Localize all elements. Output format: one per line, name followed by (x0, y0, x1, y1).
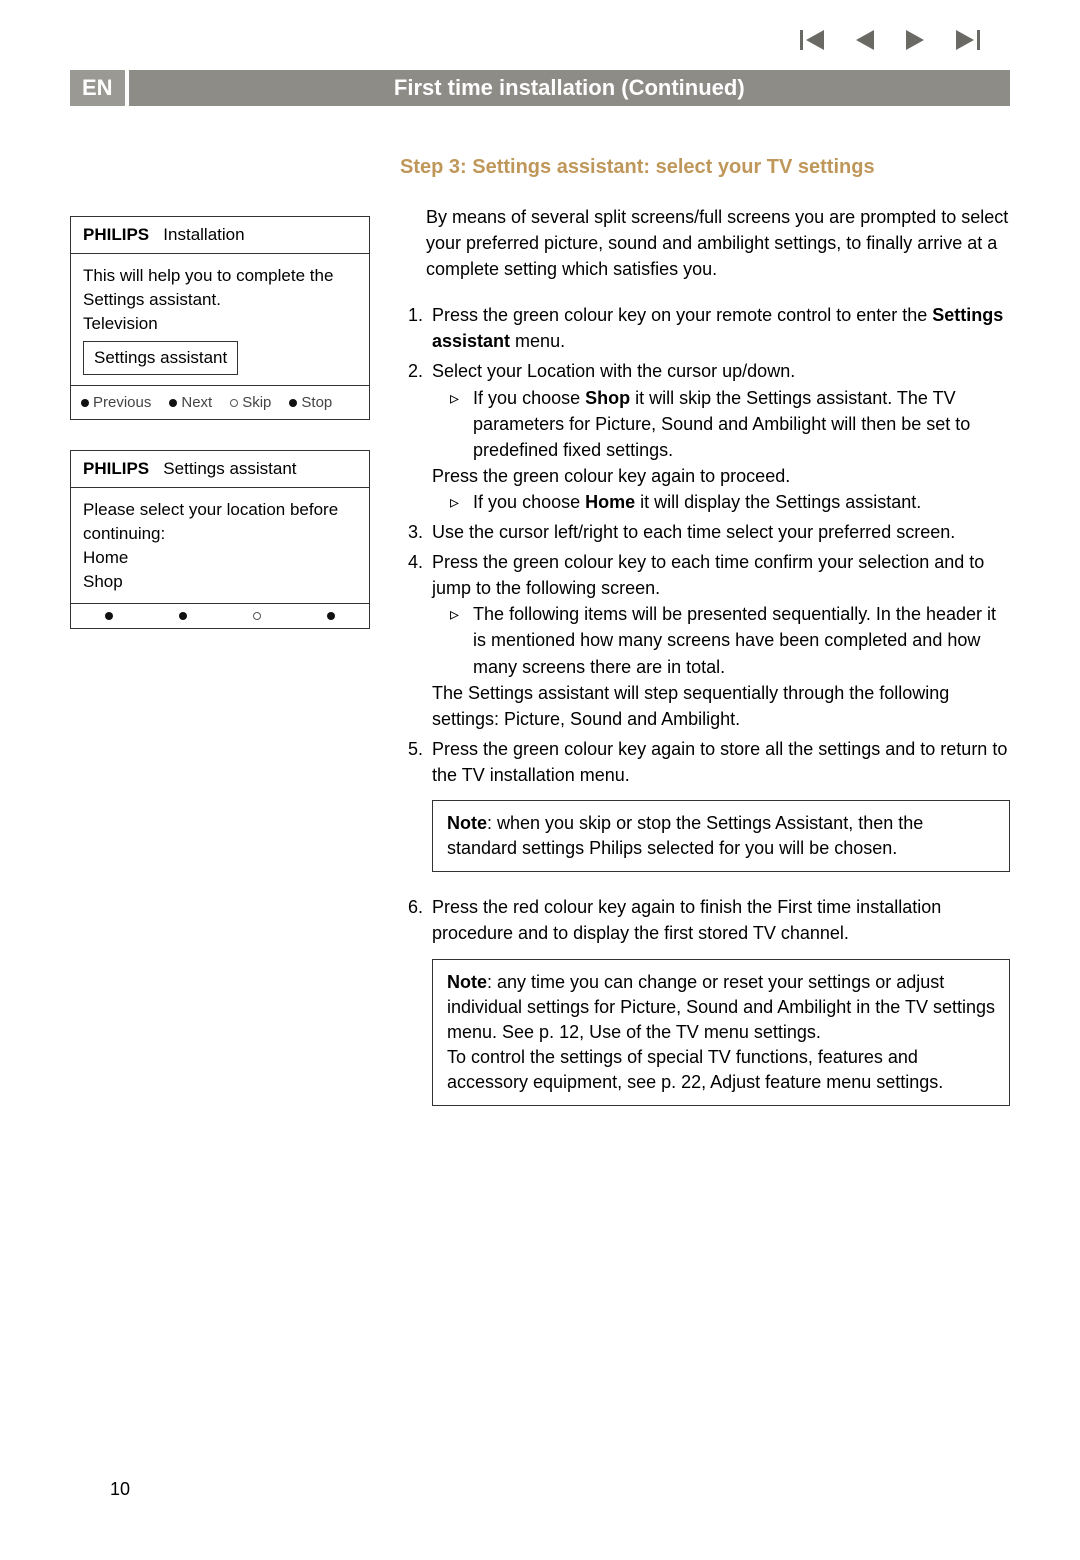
left-column: PHILIPS Installation This will help you … (70, 156, 370, 1128)
panel-header: PHILIPS Settings assistant (71, 451, 369, 488)
panel-title: Installation (163, 225, 244, 244)
list-item: Press the green colour key to each time … (428, 549, 1010, 732)
panel-text: This will help you to complete the Setti… (83, 264, 357, 312)
previous-button[interactable]: Previous (81, 394, 151, 411)
location-option-shop[interactable]: Shop (83, 570, 357, 594)
last-page-icon[interactable] (954, 30, 980, 50)
first-page-icon[interactable] (800, 30, 826, 50)
previous-page-icon[interactable] (854, 30, 876, 50)
arrow-icon: ▹ (450, 601, 459, 679)
right-column: Step 3: Settings assistant: select your … (400, 156, 1010, 1128)
brand-label: PHILIPS (83, 459, 149, 478)
dot-icon[interactable] (327, 612, 335, 620)
installation-panel: PHILIPS Installation This will help you … (70, 216, 370, 420)
dot-icon[interactable] (253, 612, 261, 620)
arrow-icon: ▹ (450, 385, 459, 463)
page-title: First time installation (Continued) (129, 70, 1010, 106)
location-option-home[interactable]: Home (83, 546, 357, 570)
panel-body: This will help you to complete the Setti… (71, 254, 369, 385)
brand-label: PHILIPS (83, 225, 149, 244)
content-area: PHILIPS Installation This will help you … (70, 156, 1010, 1128)
intro-paragraph: By means of several split screens/full s… (426, 204, 1010, 282)
sub-item: ▹ The following items will be presented … (450, 601, 1010, 679)
language-badge: EN (70, 70, 125, 106)
next-page-icon[interactable] (904, 30, 926, 50)
list-item: Press the red colour key again to finish… (428, 894, 1010, 1106)
pdf-nav-bar (70, 30, 1010, 50)
note-box: Note: when you skip or stop the Settings… (432, 800, 1010, 872)
panel-footer: Previous Next Skip Stop (71, 385, 369, 419)
next-button[interactable]: Next (169, 394, 212, 411)
sub-text: The Settings assistant will step sequent… (432, 680, 1010, 732)
panel-text: Television (83, 312, 357, 336)
panel-title: Settings assistant (163, 459, 296, 478)
title-bar: EN First time installation (Continued) (70, 70, 1010, 106)
list-item: Press the green colour key again to stor… (428, 736, 1010, 873)
panel-text: Please select your location before conti… (83, 498, 357, 546)
settings-assistant-panel: PHILIPS Settings assistant Please select… (70, 450, 370, 629)
list-item: Use the cursor left/right to each time s… (428, 519, 1010, 545)
sub-item: ▹ If you choose Shop it will skip the Se… (450, 385, 1010, 463)
settings-assistant-box[interactable]: Settings assistant (83, 341, 238, 375)
manual-page: EN First time installation (Continued) P… (0, 0, 1080, 1560)
stop-button[interactable]: Stop (289, 394, 332, 411)
list-item: Press the green colour key on your remot… (428, 302, 1010, 354)
sub-item: ▹ If you choose Home it will display the… (450, 489, 1010, 515)
sub-text: Press the green colour key again to proc… (432, 463, 1010, 489)
dot-icon[interactable] (105, 612, 113, 620)
page-number: 10 (110, 1479, 130, 1500)
skip-button[interactable]: Skip (230, 394, 271, 411)
panel-header: PHILIPS Installation (71, 217, 369, 254)
note-box: Note: any time you can change or reset y… (432, 959, 1010, 1107)
dot-icon[interactable] (179, 612, 187, 620)
arrow-icon: ▹ (450, 489, 459, 515)
instruction-list: Press the green colour key on your remot… (400, 302, 1010, 1106)
list-item: Select your Location with the cursor up/… (428, 358, 1010, 515)
panel-footer (71, 603, 369, 628)
panel-body: Please select your location before conti… (71, 488, 369, 603)
step-heading: Step 3: Settings assistant: select your … (400, 156, 1010, 179)
